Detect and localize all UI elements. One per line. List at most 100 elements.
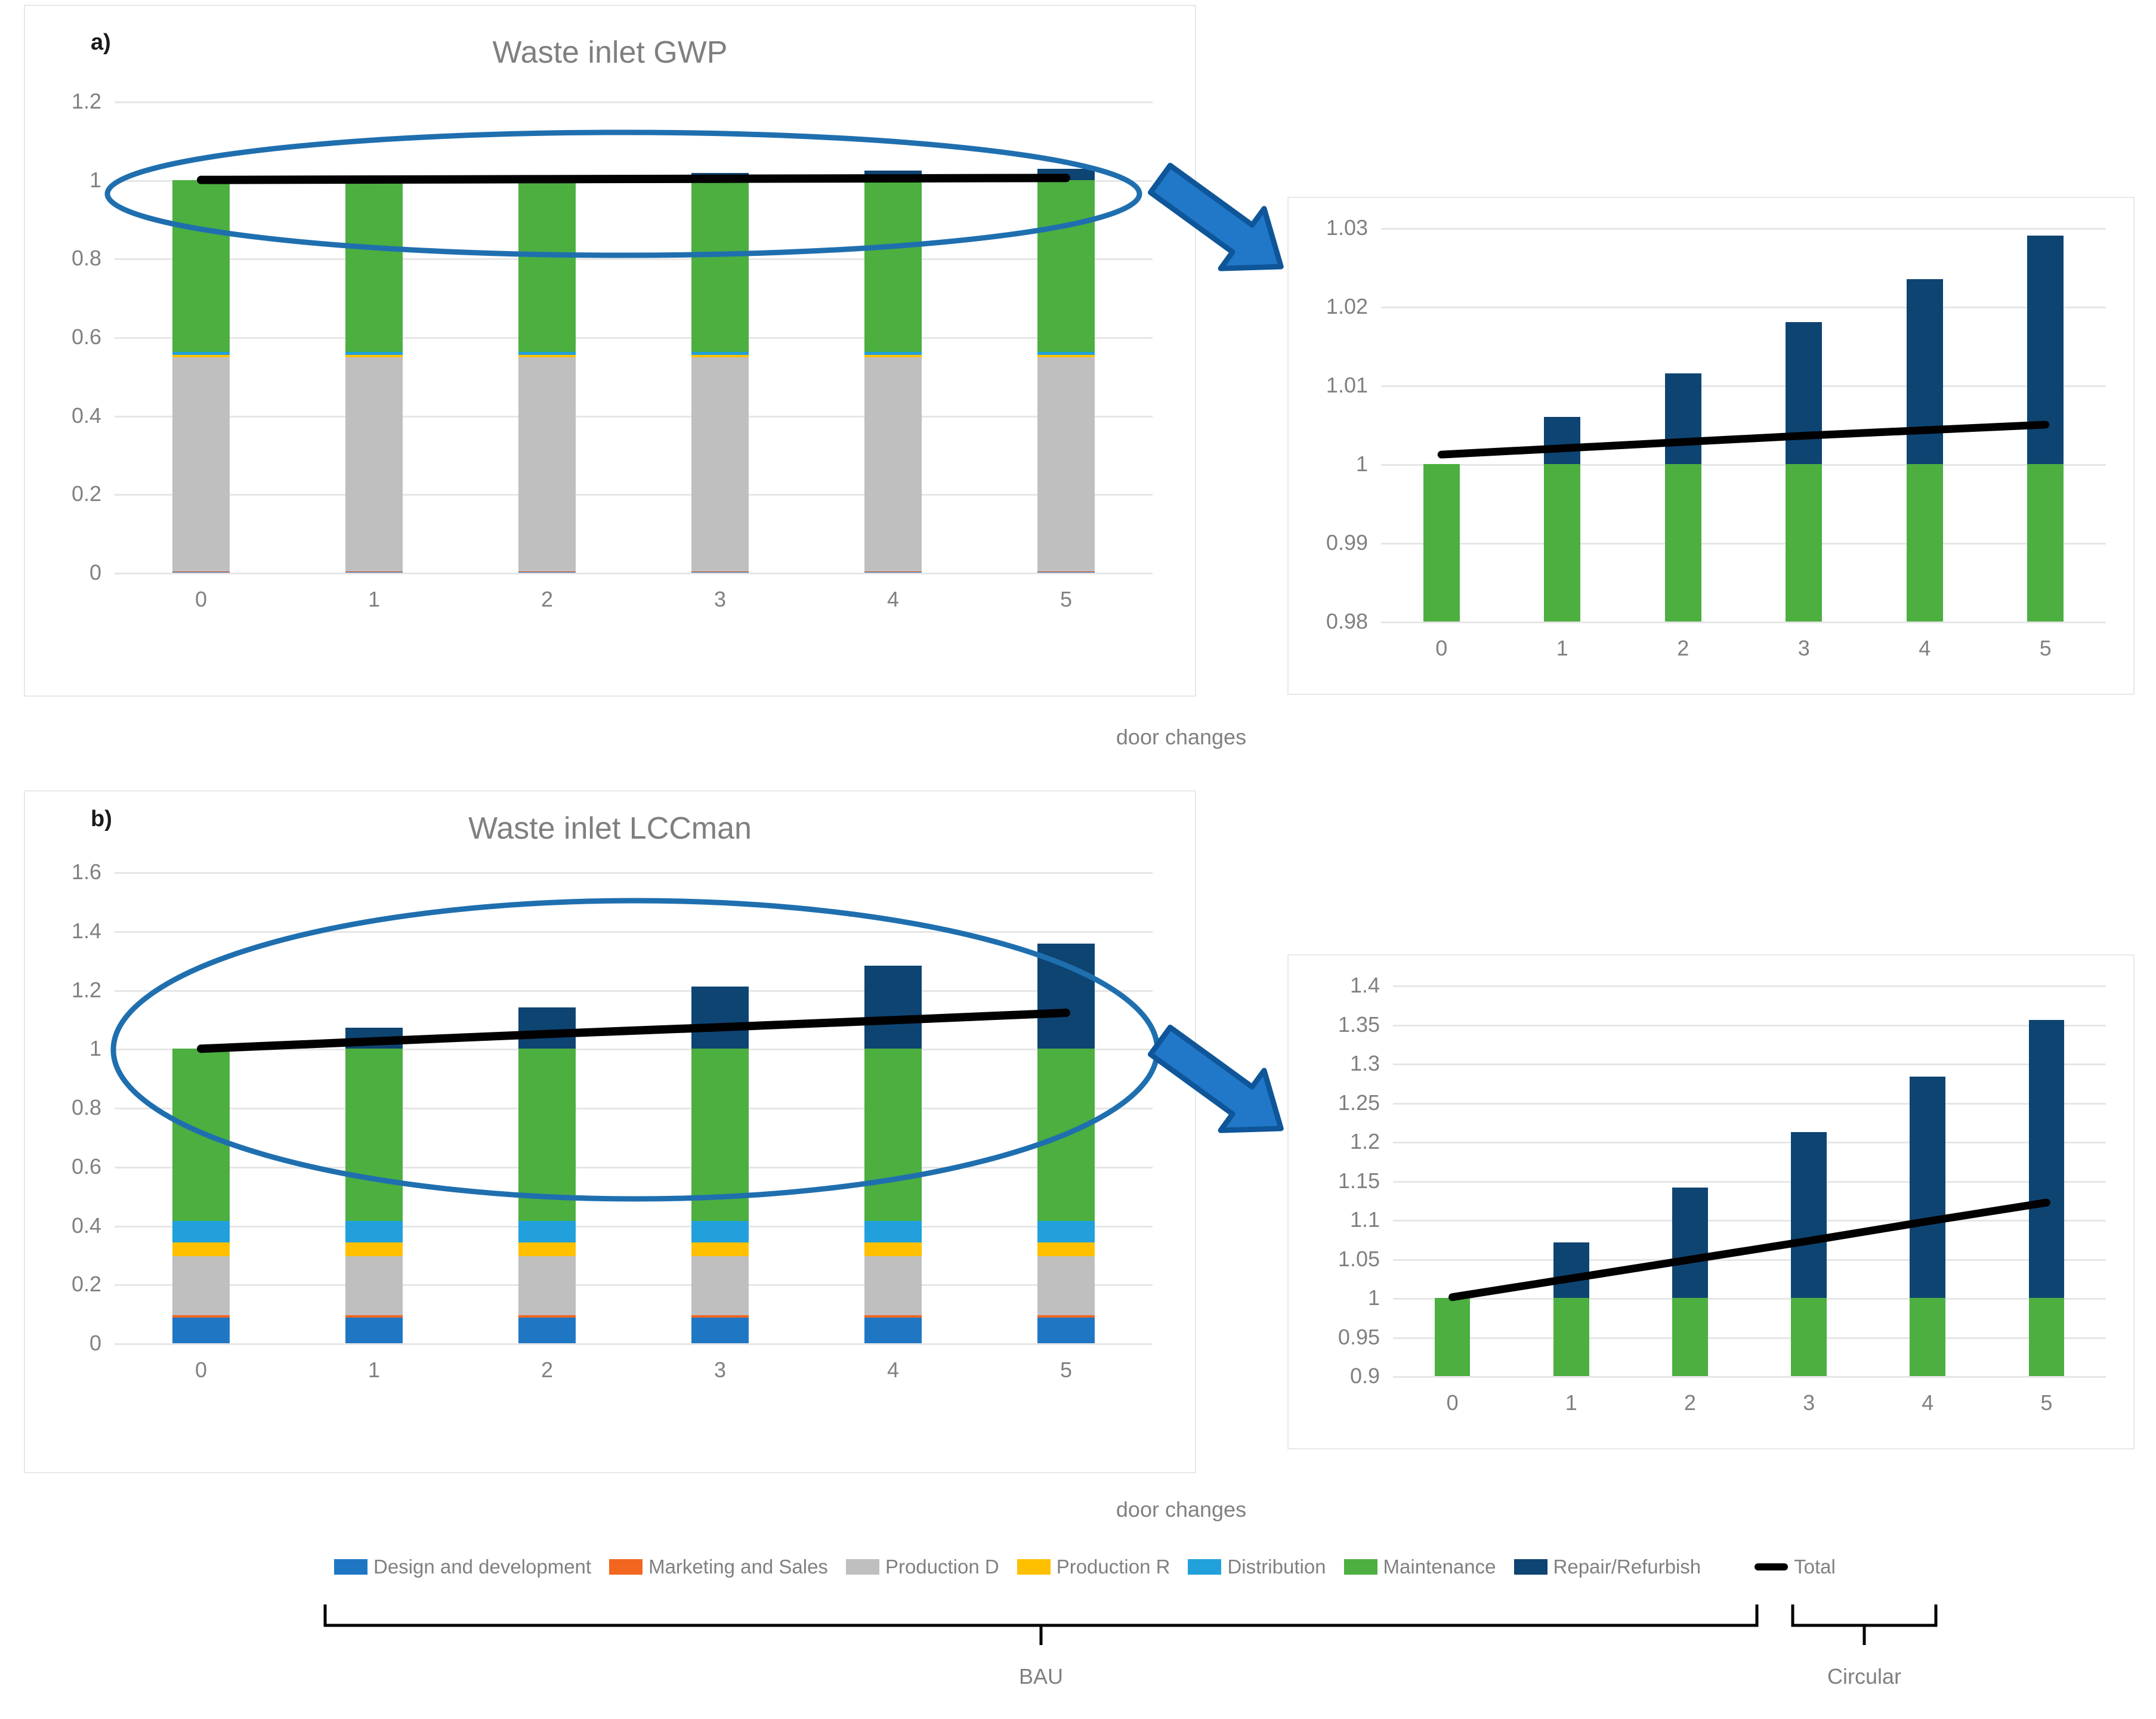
x-axis-tick-label: 1: [1565, 1390, 1577, 1415]
panel-lccman-inset: 0.9 0.95 1 1.05 1.1 1.15 1.2 1.25 1.3 1.35 1.4 0 1 2 3…: [1287, 954, 2135, 1449]
bar-segment-production-d: [864, 1256, 922, 1316]
y-axis-tick-label: 1: [89, 167, 101, 192]
bar-segment-marketing-and-sales: [172, 1315, 230, 1318]
bar-segment-repair-refurbish: [691, 172, 749, 180]
bar-segment-production-r: [691, 355, 749, 358]
bracket-bau: [323, 1604, 1759, 1645]
bar-segment-maintenance: [1906, 464, 1943, 622]
bar-segment-distribution: [691, 352, 749, 355]
bar-segment-repair-refurbish: [1544, 416, 1581, 464]
legend-item-distribution[interactable]: Distribution: [1188, 1556, 1326, 1578]
bar-segment-maintenance: [518, 180, 576, 353]
bar-segment-repair-refurbish: [2028, 1019, 2065, 1298]
y-axis-tick-label: 0.9: [1349, 1364, 1380, 1388]
bar-segment-distribution: [345, 1221, 403, 1243]
bar-column: [2028, 985, 2065, 1376]
bar-segment-maintenance: [691, 180, 749, 353]
bar-segment-maintenance: [1672, 1298, 1708, 1376]
legend-swatch: [1513, 1559, 1547, 1575]
panel-lccman-main: b) Waste inlet LCCman 0 0.2 0.4 0.6 0.8 1 1.2 1…: [24, 790, 1196, 1473]
y-axis-tick-label: 0.99: [1326, 530, 1368, 555]
legend-label: Marketing and Sales: [648, 1556, 828, 1578]
bar-segment-maintenance: [2028, 1298, 2065, 1376]
legend-label: Maintenance: [1383, 1556, 1496, 1578]
bar-segment-marketing-and-sales: [518, 1315, 576, 1318]
y-axis-tick-label: 1.03: [1326, 215, 1368, 240]
bar-segment-design-and-development: [1037, 1317, 1095, 1343]
bar-column: [172, 872, 230, 1343]
legend-item-marketing-and-sales[interactable]: Marketing and Sales: [609, 1556, 828, 1578]
bar-segment-design-and-development: [518, 571, 576, 573]
bar-column: [518, 872, 576, 1343]
chart-title-gwp: Waste inlet GWP: [492, 35, 728, 70]
bar-segment-repair-refurbish: [1791, 1132, 1827, 1298]
plot-area-lccman-inset: 0.9 0.95 1 1.05 1.1 1.15 1.2 1.25 1.3 1.35 1.4 0 1 2 3…: [1338, 973, 2106, 1415]
plot-area-gwp-inset: 0.98 0.99 1 1.01 1.02 1.03 0 1 2 3 4 5: [1326, 215, 2106, 660]
bar-segment-design-and-development: [172, 1317, 230, 1343]
x-axis-tick-label: 4: [1919, 636, 1931, 660]
legend-label: Production R: [1056, 1556, 1170, 1578]
bar-segment-marketing-and-sales: [345, 1315, 403, 1318]
x-axis-tick-label: 0: [194, 1358, 208, 1382]
bar-column: [864, 872, 922, 1343]
bar-segment-design-and-development: [518, 1317, 576, 1343]
y-axis-tick-label: 0.4: [71, 1213, 101, 1238]
y-axis-tick-label: 0.6: [71, 324, 101, 349]
x-axis-tick-label: 3: [1803, 1390, 1815, 1415]
bar-segment-production-r: [518, 1242, 576, 1257]
bar-segment-distribution: [864, 352, 922, 355]
legend-label: Production D: [885, 1556, 999, 1578]
x-axis-tick-label: 4: [887, 1358, 900, 1382]
x-axis-tick-label: 5: [1060, 587, 1073, 611]
bar-segment-design-and-development: [345, 571, 403, 573]
x-axis-tick-label: 1: [1556, 636, 1568, 660]
bar-segment-repair-refurbish: [864, 171, 922, 180]
legend-item-repair-refurbish[interactable]: Repair/Refurbish: [1513, 1556, 1701, 1578]
gridline: [1381, 622, 2106, 623]
legend-item-production-r[interactable]: Production R: [1017, 1556, 1170, 1578]
y-axis-tick-label: 1.15: [1338, 1168, 1380, 1193]
bar-segment-production-r: [518, 355, 576, 358]
bar-segment-marketing-and-sales: [1037, 1315, 1095, 1318]
legend-item-total[interactable]: Total: [1755, 1556, 1836, 1578]
bar-segment-maintenance: [1786, 464, 1823, 622]
panel-gwp-main: a) Waste inlet GWP 0 0.2 0.4 0.6 0.8 1 1.2 0 1 2 3…: [24, 5, 1196, 697]
bar-segment-marketing-and-sales: [864, 1315, 922, 1318]
bar-segment-maintenance: [864, 180, 922, 353]
bar-segment-maintenance: [2027, 464, 2064, 622]
bar-segment-repair-refurbish: [1037, 944, 1095, 1049]
legend-swatch: [1188, 1559, 1222, 1575]
x-axis-tick-label: 5: [2040, 1390, 2053, 1415]
bar-segment-distribution: [1037, 352, 1095, 355]
bar-segment-production-d: [864, 357, 922, 572]
bar-column: [345, 101, 403, 573]
legend-item-production-d[interactable]: Production D: [845, 1556, 999, 1578]
legend-swatch: [1017, 1559, 1051, 1575]
bar-segment-maintenance: [691, 1049, 749, 1222]
bar-segment-maintenance: [1423, 464, 1460, 622]
y-axis-tick-label: 1.2: [71, 977, 101, 1002]
bar-segment-repair-refurbish: [518, 175, 576, 180]
y-axis-tick-label: 0.2: [71, 481, 101, 506]
x-axis-tick-label: 0: [194, 587, 208, 611]
legend-item-maintenance[interactable]: Maintenance: [1343, 1556, 1496, 1578]
bar-column: [1037, 101, 1095, 573]
y-axis-tick-label: 1.05: [1338, 1246, 1380, 1271]
bar-segment-maintenance: [172, 1049, 230, 1222]
y-axis-tick-label: 1.4: [1349, 973, 1380, 997]
legend-swatch: [1343, 1559, 1377, 1575]
legend-label: Total: [1794, 1556, 1836, 1578]
gridline: [1393, 1376, 2106, 1378]
legend-item-design-and-development[interactable]: Design and development: [334, 1556, 591, 1578]
bar-segment-repair-refurbish: [2027, 236, 2064, 464]
chart-title-lccman: Waste inlet LCCman: [468, 811, 752, 846]
bar-layer: [1381, 228, 2106, 622]
bar-column: [1664, 228, 1701, 622]
x-axis-tick-label: 4: [887, 587, 900, 611]
bar-segment-production-r: [345, 1242, 403, 1257]
bar-segment-maintenance: [1544, 464, 1581, 622]
x-axis-tick-label: 2: [540, 1358, 554, 1382]
bar-segment-maintenance: [1910, 1298, 1946, 1376]
y-axis-tick-label: 1.02: [1326, 294, 1368, 319]
gridline: [115, 573, 1153, 574]
